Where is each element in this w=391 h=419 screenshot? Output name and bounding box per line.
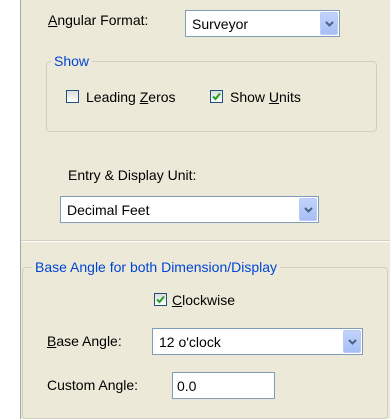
- base-angle-group-legend: Base Angle for both Dimension/Display: [32, 259, 281, 275]
- custom-angle-label: Custom Angle:: [47, 377, 139, 393]
- base-angle-dropdown-button[interactable]: [343, 330, 361, 353]
- entry-display-unit-dropdown-button[interactable]: [299, 198, 317, 221]
- angular-format-label: Angular Format:: [48, 12, 149, 28]
- custom-angle-input[interactable]: 0.0: [172, 372, 275, 399]
- chevron-down-icon: [303, 206, 313, 213]
- show-group-legend: Show: [51, 53, 93, 69]
- section-divider: [21, 240, 390, 242]
- clockwise-label[interactable]: Clockwise: [172, 292, 235, 308]
- show-units-checkbox[interactable]: [210, 90, 223, 103]
- show-units-label[interactable]: Show Units: [230, 89, 301, 105]
- entry-display-unit-dropdown[interactable]: Decimal Feet: [60, 196, 319, 223]
- leading-zeros-checkbox[interactable]: [66, 90, 79, 103]
- entry-display-unit-value: Decimal Feet: [67, 201, 150, 218]
- base-angle-value: 12 o'clock: [159, 333, 221, 350]
- leading-zeros-label[interactable]: Leading Zeros: [86, 89, 176, 105]
- angular-format-value: Surveyor: [192, 15, 249, 32]
- entry-display-unit-label: Entry & Display Unit:: [68, 167, 197, 183]
- chevron-down-icon: [324, 20, 334, 27]
- angular-settings-panel: Angular Format: Surveyor Show Leading Ze…: [20, 0, 390, 419]
- checkmark-icon: [212, 92, 221, 101]
- checkmark-icon: [156, 295, 165, 304]
- angular-format-dropdown-button[interactable]: [320, 12, 338, 35]
- custom-angle-value: 0.0: [177, 377, 197, 394]
- angular-format-dropdown[interactable]: Surveyor: [185, 10, 340, 37]
- chevron-down-icon: [347, 338, 357, 345]
- clockwise-checkbox[interactable]: [154, 293, 167, 306]
- base-angle-dropdown[interactable]: 12 o'clock: [152, 328, 363, 355]
- base-angle-label: Base Angle:: [47, 333, 122, 349]
